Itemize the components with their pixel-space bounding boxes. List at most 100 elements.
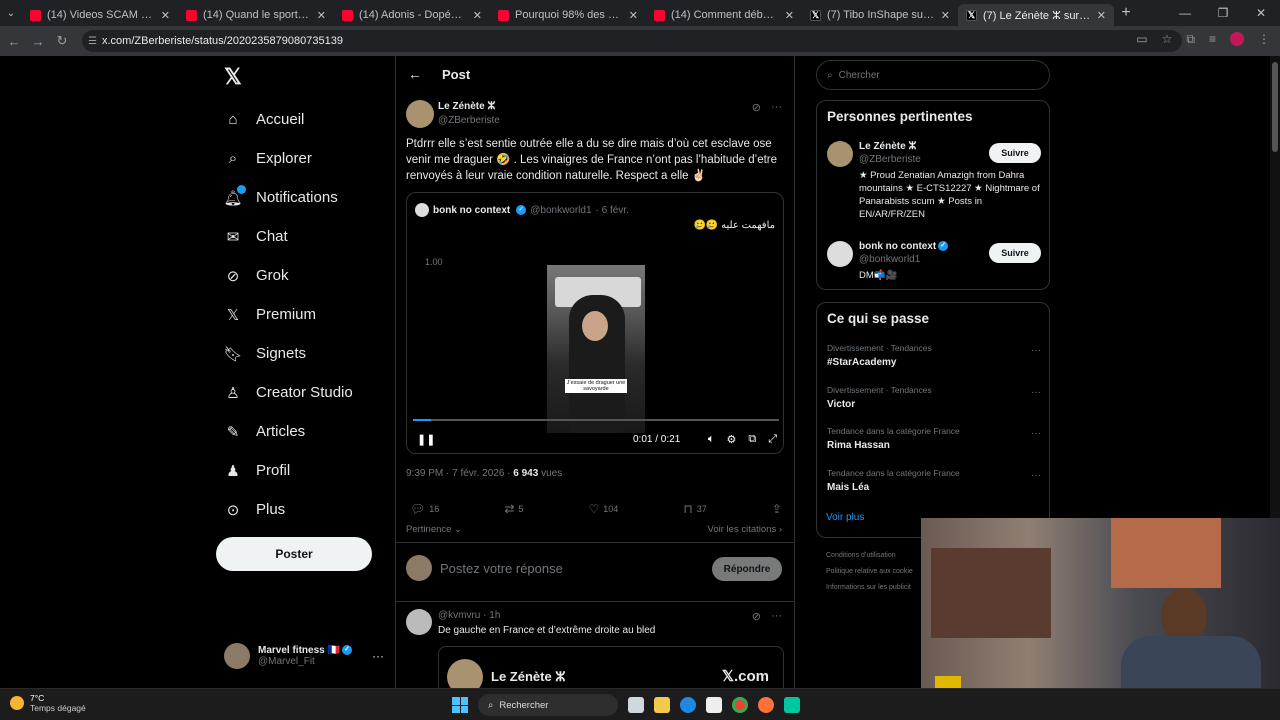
tab-close-icon[interactable]: ✕	[161, 9, 170, 22]
close-window-button[interactable]: ✕	[1242, 0, 1280, 26]
trend-item[interactable]: Divertissement · Tendances Victor ···	[827, 385, 1041, 410]
like-action[interactable]: ♡ 104	[589, 502, 619, 516]
firefox-icon[interactable]	[758, 697, 774, 713]
profile-avatar[interactable]	[1230, 32, 1244, 46]
scroll-thumb[interactable]	[1272, 62, 1278, 152]
browser-tab[interactable]: (14) Adonis - Dopés à la muscu ✕	[334, 4, 490, 26]
reply-sort-dropdown[interactable]: Pertinence ⌄	[406, 524, 462, 535]
nav-item-bookmarks[interactable]: 🔖︎ Signets	[216, 334, 396, 373]
more-icon[interactable]: ···	[372, 649, 384, 663]
trend-item[interactable]: Tendance dans la catégorie France Mais Lé…	[827, 468, 1041, 493]
tab-close-icon[interactable]: ✕	[473, 9, 482, 22]
volume-icon[interactable]: 🔈︎	[708, 433, 715, 446]
reload-button[interactable]: ↻	[50, 33, 74, 49]
follow-button[interactable]: Suivre	[989, 243, 1041, 263]
browser-tab[interactable]: 𝕏 (7) Tibo InShape sur X : "Il trav ✕	[802, 4, 958, 26]
tab-close-icon[interactable]: ✕	[941, 9, 950, 22]
reply-button[interactable]: Répondre	[712, 557, 782, 581]
chrome-icon[interactable]	[732, 697, 748, 713]
see-more-link[interactable]: Voir plus	[826, 512, 864, 523]
tweet-author-handle[interactable]: @ZBerberiste	[438, 115, 500, 126]
file-explorer-icon[interactable]	[654, 697, 670, 713]
weather-widget[interactable]: 7°C Temps dégagé	[10, 693, 86, 713]
trend-item[interactable]: Tendance dans la catégorie France Rima Ha…	[827, 426, 1041, 451]
tab-close-icon[interactable]: ✕	[317, 9, 326, 22]
windows-taskbar: 7°C Temps dégagé ⌕ Rechercher	[0, 688, 1280, 720]
tab-close-icon[interactable]: ✕	[629, 9, 638, 22]
more-icon[interactable]: ···	[1031, 470, 1041, 481]
reply-author-handle[interactable]: @kvmvru · 1h	[438, 610, 500, 621]
relevant-people-title: Personnes pertinentes	[827, 109, 973, 124]
tab-close-icon[interactable]: ✕	[785, 9, 794, 22]
minimize-button[interactable]: —	[1166, 0, 1204, 26]
video-progress-bar[interactable]	[413, 419, 779, 421]
browser-tab[interactable]: Pourquoi 98% des étrangers n ✕	[490, 4, 646, 26]
repost-action[interactable]: ⇄ 5	[504, 502, 523, 516]
more-icon[interactable]: ···	[771, 610, 782, 623]
more-icon[interactable]: ···	[771, 101, 782, 114]
pause-icon[interactable]: ❚❚	[417, 433, 435, 446]
extensions-icon[interactable]: ⧉	[1186, 32, 1195, 47]
store-icon[interactable]	[706, 697, 722, 713]
trend-item[interactable]: Divertissement · Tendances #StarAcademy ··…	[827, 343, 1041, 368]
media-icon[interactable]: ≡	[1209, 32, 1216, 47]
nav-item-articles[interactable]: ✎ Articles	[216, 412, 396, 451]
browser-tab[interactable]: 𝕏 (7) Le Zénète ⵣ sur X : "Ptd ✕	[958, 4, 1114, 26]
tweet-author-avatar[interactable]	[406, 100, 434, 128]
grok-icon[interactable]: ⊘	[752, 610, 761, 623]
x-logo[interactable]: 𝕏	[224, 64, 242, 90]
edge-icon[interactable]	[680, 697, 696, 713]
back-arrow-icon[interactable]: ←	[408, 66, 422, 82]
nav-item-creator-studio[interactable]: ♙ Creator Studio	[216, 373, 396, 412]
search-input[interactable]: ⌕ Chercher	[816, 60, 1050, 90]
nav-item-notifications[interactable]: 🔔︎ Notifications	[216, 178, 396, 217]
site-info-icon[interactable]: ☰	[88, 36, 97, 47]
nav-item-explore[interactable]: ⌕ Explorer	[216, 139, 396, 178]
pip-icon[interactable]: ⧉	[748, 433, 756, 446]
back-button[interactable]: ←	[2, 34, 26, 49]
nav-item-grok[interactable]: ⊘ Grok	[216, 256, 396, 295]
grok-icon[interactable]: ⊘	[752, 101, 761, 114]
maximize-button[interactable]: ❐	[1204, 0, 1242, 26]
nav-item-premium[interactable]: 𝕏 Premium	[216, 295, 396, 334]
video-player[interactable]: 1.00 J’essaie de draguer une savoyarde ❚…	[407, 243, 783, 453]
more-icon[interactable]: ···	[1031, 345, 1041, 356]
menu-icon[interactable]: ⋮	[1258, 32, 1270, 47]
tab-close-icon[interactable]: ✕	[1097, 9, 1106, 22]
fullscreen-icon[interactable]: ⤢	[768, 433, 777, 446]
nav-item-chat[interactable]: ✉ Chat	[216, 217, 396, 256]
tweet-author-name[interactable]: Le Zénète ⵣ	[438, 101, 495, 112]
browser-tab[interactable]: (14) Videos SCAM & PICKPOCK ✕	[22, 4, 178, 26]
post-button[interactable]: Poster	[216, 537, 372, 571]
settings-icon[interactable]: ⚙	[726, 433, 736, 446]
footer-link[interactable]: Informations sur les publicit	[826, 580, 913, 596]
new-tab-button[interactable]: +	[1114, 4, 1138, 22]
nav-item-home[interactable]: ⌂ Accueil	[216, 100, 396, 139]
more-icon[interactable]: ···	[1031, 428, 1041, 439]
windows-start-icon[interactable]	[452, 697, 468, 713]
app-icon[interactable]	[784, 697, 800, 713]
footer-link[interactable]: Conditions d’utilisation	[826, 548, 913, 564]
reply-action[interactable]: 💬︎ 16	[410, 502, 439, 516]
nav-item-more[interactable]: ⊙ Plus	[216, 490, 396, 529]
follow-button[interactable]: Suivre	[989, 143, 1041, 163]
browser-tab[interactable]: (14) Comment débuter le Strea ✕	[646, 4, 802, 26]
url-field[interactable]: ☰ x.com/ZBerberiste/status/2020235879080…	[82, 30, 1182, 52]
cast-icon[interactable]: ▭	[1136, 32, 1147, 47]
more-icon[interactable]: ···	[1031, 387, 1041, 398]
task-view-icon[interactable]	[628, 697, 644, 713]
tab-search-button[interactable]: ⌄	[0, 0, 22, 26]
share-action[interactable]: ⇪	[772, 502, 782, 516]
forward-button[interactable]: →	[26, 34, 50, 49]
view-quotes-link[interactable]: Voir les citations ›	[708, 524, 782, 535]
reply-input[interactable]: Postez votre réponse	[440, 561, 563, 576]
bookmark-star-icon[interactable]: ☆	[1162, 32, 1173, 47]
reply-author-avatar[interactable]	[406, 609, 432, 635]
taskbar-search[interactable]: ⌕ Rechercher	[478, 694, 618, 716]
account-switcher[interactable]: Marvel fitness 🇫🇷 ✓ @Marvel_Fit ···	[224, 643, 384, 669]
footer-link[interactable]: Politique relative aux cookie	[826, 564, 913, 580]
bookmark-action[interactable]: ⊓ 37	[683, 502, 706, 516]
browser-tab[interactable]: (14) Quand le sport devient TO ✕	[178, 4, 334, 26]
nav-item-profile[interactable]: ♟ Profil	[216, 451, 396, 490]
quoted-tweet[interactable]: bonk no context ✓ @bonkworld1 · 6 févr. …	[406, 192, 784, 454]
